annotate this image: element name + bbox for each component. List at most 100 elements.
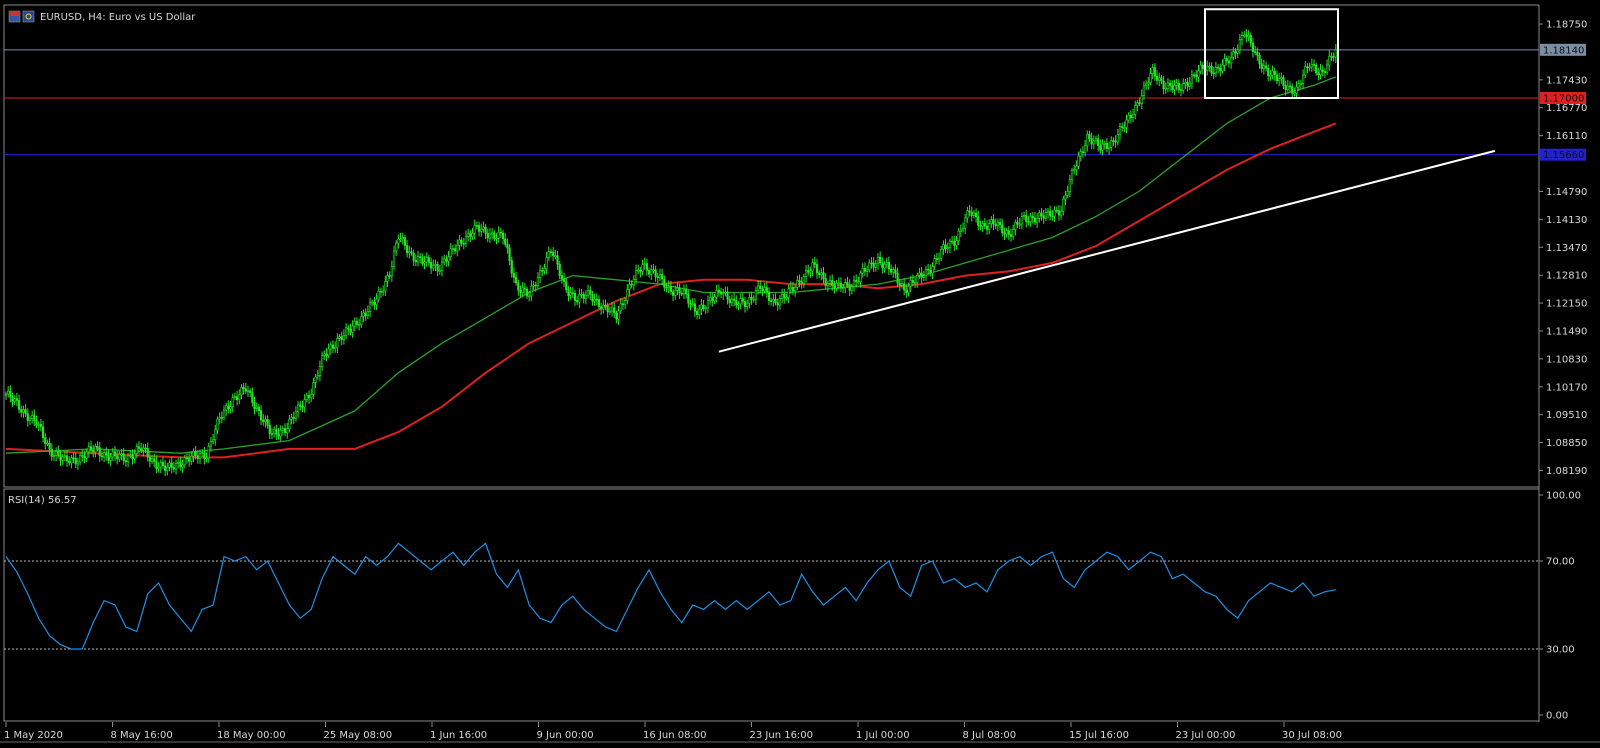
candle-body — [691, 303, 694, 306]
price-tick-label: 1.08190 — [1546, 466, 1587, 477]
candle-body — [299, 404, 302, 407]
candle-body — [837, 282, 840, 285]
candle-body — [671, 291, 675, 296]
candle-body — [33, 415, 36, 421]
candle-body — [913, 282, 917, 284]
candle-body — [702, 304, 705, 309]
candle-body — [722, 292, 725, 295]
candle-body — [1243, 34, 1246, 37]
candle-body — [639, 269, 642, 272]
candle-body — [1064, 194, 1067, 200]
candle-body — [403, 237, 407, 246]
candle-body — [894, 269, 897, 274]
candle-body — [881, 262, 884, 269]
candle-body — [205, 457, 208, 460]
candle-body — [170, 462, 173, 468]
candle-body — [1169, 82, 1172, 86]
candle-body — [61, 456, 64, 461]
candle-body — [852, 279, 856, 288]
candle-body — [1247, 35, 1250, 37]
candle-body — [87, 446, 90, 453]
candle-body — [1046, 210, 1050, 214]
candle-body — [318, 366, 322, 376]
candle-body — [1201, 64, 1204, 69]
candle-body — [1005, 230, 1008, 235]
candle-body — [1184, 81, 1187, 85]
time-tick-label: 23 Jun 16:00 — [750, 730, 814, 741]
candle-body — [55, 451, 58, 456]
chart-title: EURUSD, H4: Euro vs US Dollar — [40, 12, 196, 23]
candle-body — [246, 390, 250, 393]
candle-body — [9, 390, 12, 398]
candle-body — [515, 276, 518, 284]
candle-body — [1321, 69, 1324, 72]
candle-body — [663, 278, 666, 288]
candle-body — [1282, 77, 1285, 86]
candle-body — [669, 285, 672, 293]
candle-body — [395, 242, 398, 252]
candle-body — [94, 445, 97, 453]
candle-body — [1086, 134, 1089, 146]
candle-body — [1245, 34, 1248, 37]
candle-body — [255, 406, 258, 409]
candle-body — [1330, 55, 1333, 58]
candle-body — [822, 272, 825, 279]
candle-body — [571, 292, 574, 294]
candle-body — [63, 455, 66, 458]
candle-body — [549, 251, 553, 253]
candle-body — [331, 344, 335, 349]
candle-body — [1310, 64, 1313, 68]
candle-body — [1162, 80, 1165, 90]
candle-body — [1328, 55, 1331, 66]
candle-body — [312, 382, 315, 395]
candle-body — [355, 320, 359, 325]
candle-body — [643, 263, 646, 265]
candle-body — [432, 265, 435, 269]
candle-body — [1234, 51, 1237, 54]
candle-body — [1308, 66, 1311, 69]
candle-body — [1273, 70, 1276, 76]
price-tick-label: 1.14790 — [1546, 187, 1587, 198]
candle-body — [554, 255, 557, 258]
candle-body — [190, 455, 193, 462]
candle-body — [591, 293, 594, 302]
window-background — [0, 0, 1600, 748]
candle-body — [1149, 73, 1152, 83]
candle-body — [619, 303, 622, 312]
candle-body — [525, 288, 529, 297]
candle-body — [946, 247, 949, 250]
candle-body — [1129, 114, 1132, 119]
candle-body — [824, 278, 827, 287]
candle-body — [558, 263, 561, 276]
candle-body — [1193, 74, 1196, 77]
candle-body — [831, 280, 834, 286]
price-tick-label: 1.16110 — [1546, 131, 1587, 142]
candle-body — [107, 454, 110, 461]
candle-body — [1145, 83, 1148, 86]
candle-body — [665, 287, 668, 289]
candle-body — [292, 417, 295, 419]
candle-body — [1197, 70, 1200, 78]
price-tick-label: 1.17430 — [1546, 75, 1587, 86]
candle-body — [251, 392, 254, 403]
candle-body — [13, 398, 16, 402]
candle-body — [765, 287, 768, 293]
candle-body — [1284, 85, 1287, 90]
candle-body — [231, 397, 234, 407]
candle-body — [1136, 102, 1139, 106]
candle-body — [892, 269, 895, 273]
candle-body — [1049, 210, 1052, 217]
candle-body — [741, 298, 744, 302]
candle-body — [283, 428, 287, 434]
candle-body — [1278, 78, 1281, 82]
candle-body — [754, 290, 758, 300]
candle-body — [1018, 223, 1021, 226]
candle-body — [83, 455, 86, 459]
candle-body — [510, 260, 513, 274]
candle-body — [658, 274, 662, 279]
candle-body — [1158, 77, 1161, 81]
candle-body — [667, 285, 670, 288]
candle-body — [1057, 210, 1061, 216]
candle-body — [706, 300, 710, 309]
candle-body — [1062, 198, 1065, 212]
